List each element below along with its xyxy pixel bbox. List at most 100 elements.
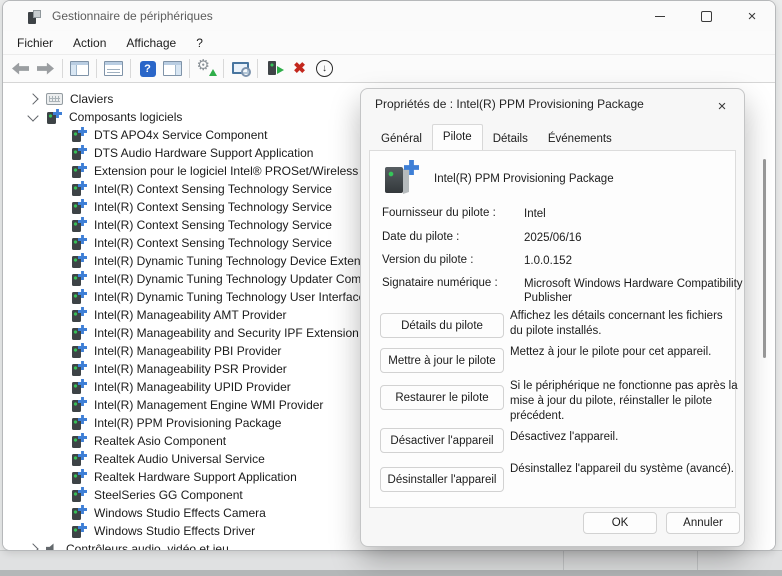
background-window-strip <box>0 550 782 571</box>
window-maximize-button[interactable] <box>683 1 729 31</box>
component-icon <box>71 487 87 503</box>
component-icon <box>71 307 87 323</box>
component-icon <box>71 127 87 143</box>
driver-field-row: Signataire numérique :Microsoft Windows … <box>382 277 727 289</box>
component-icon <box>71 469 87 485</box>
device-driver-icon[interactable] <box>262 57 287 81</box>
tree-item-label: Intel(R) Management Engine WMI Provider <box>94 398 323 412</box>
component-icon <box>71 451 87 467</box>
title-bar: Gestionnaire de périphériques × <box>3 1 775 31</box>
component-icon <box>71 145 87 161</box>
background-bottom-strip <box>0 570 782 576</box>
tree-item-label: Windows Studio Effects Camera <box>94 506 266 520</box>
driver-field-row: Fournisseur du pilote :Intel <box>382 207 727 219</box>
maximize-icon <box>701 11 712 22</box>
driver-field-row: Version du pilote :1.0.0.152 <box>382 254 727 266</box>
field-value: 2025/06/16 <box>524 231 750 245</box>
tree-item-label: Composants logiciels <box>69 110 182 124</box>
disable-device-icon[interactable]: ↓ <box>312 57 337 81</box>
tree-item-label: Intel(R) Manageability and Security IPF … <box>94 326 377 340</box>
component-icon <box>71 325 87 341</box>
tab-evenements[interactable]: Événements <box>538 129 622 150</box>
restaurer-le-pilote-button[interactable]: Restaurer le pilote <box>380 385 504 410</box>
chevron-down-icon[interactable] <box>27 110 38 121</box>
tree-item-label: Intel(R) Dynamic Tuning Technology Devic… <box>94 254 376 268</box>
tree-item-label: Intel(R) Dynamic Tuning Technology Updat… <box>94 272 375 286</box>
toolbar-separator <box>96 59 97 78</box>
scan-hardware-changes-icon[interactable] <box>228 57 253 81</box>
tab-details[interactable]: Détails <box>483 129 538 150</box>
component-icon <box>71 253 87 269</box>
tree-item-label: Contrôleurs audio, vidéo et jeu <box>66 542 229 550</box>
help-icon[interactable]: ? <box>135 57 160 81</box>
component-icon <box>71 361 87 377</box>
chevron-right-icon[interactable] <box>27 93 38 104</box>
tree-item-label: Intel(R) Context Sensing Technology Serv… <box>94 236 332 250</box>
desinstaller-l-appareil-button[interactable]: Désinstaller l'appareil <box>380 467 504 492</box>
component-icon <box>71 343 87 359</box>
action-pane-icon[interactable] <box>160 57 185 81</box>
component-icon <box>71 523 87 539</box>
vertical-scrollbar[interactable] <box>763 159 766 358</box>
window-close-button[interactable]: × <box>729 1 775 31</box>
tree-item-label: Intel(R) Context Sensing Technology Serv… <box>94 200 332 214</box>
tab-general[interactable]: Général <box>371 129 432 150</box>
component-icon <box>71 217 87 233</box>
tree-item-label: Realtek Hardware Support Application <box>94 470 297 484</box>
menu-fichier[interactable]: Fichier <box>7 36 63 50</box>
window-minimize-button[interactable] <box>637 1 683 31</box>
field-label: Version du pilote : <box>382 254 510 266</box>
minimize-icon <box>655 16 665 17</box>
tree-item-label: Intel(R) Dynamic Tuning Technology User … <box>94 290 377 304</box>
driver-field-row: Date du pilote :2025/06/16 <box>382 231 727 243</box>
component-icon <box>71 181 87 197</box>
toolbar-separator <box>257 59 258 78</box>
field-value: 1.0.0.152 <box>524 254 750 268</box>
component-icon <box>71 397 87 413</box>
menu-help[interactable]: ? <box>186 36 213 50</box>
driver-tab-page: Intel(R) PPM Provisioning Package Fourni… <box>369 150 736 508</box>
close-icon: × <box>748 9 757 24</box>
mettre-a-jour-le-pilote-button[interactable]: Mettre à jour le pilote <box>380 348 504 373</box>
show-console-tree-icon[interactable] <box>67 57 92 81</box>
details-du-pilote-button[interactable]: Détails du pilote <box>380 313 504 338</box>
component-icon <box>71 163 87 179</box>
tree-item-label: Claviers <box>70 92 113 106</box>
forward-icon[interactable] <box>33 57 58 81</box>
tab-pilote[interactable]: Pilote <box>432 124 483 150</box>
component-icon <box>71 433 87 449</box>
tree-item-label: Intel(R) Manageability AMT Provider <box>94 308 287 322</box>
chevron-right-icon[interactable] <box>27 543 38 550</box>
component-icon <box>46 109 62 125</box>
tree-item-label: Intel(R) PPM Provisioning Package <box>94 416 281 430</box>
cancel-button[interactable]: Annuler <box>666 512 740 534</box>
properties-icon[interactable] <box>101 57 126 81</box>
tree-item-label: SteelSeries GG Component <box>94 488 243 502</box>
action-description: Désinstallez l'appareil du système (avan… <box>510 462 738 477</box>
field-value: Microsoft Windows Hardware Compatibility… <box>524 277 750 305</box>
field-label: Fournisseur du pilote : <box>382 207 510 219</box>
component-icon <box>71 505 87 521</box>
toolbar-separator <box>189 59 190 78</box>
tree-item-label: Realtek Audio Universal Service <box>94 452 265 466</box>
component-icon <box>71 415 87 431</box>
menu-action[interactable]: Action <box>63 36 116 50</box>
tree-item-label: Realtek Asio Component <box>94 434 226 448</box>
component-icon <box>71 235 87 251</box>
window-title: Gestionnaire de périphériques <box>52 9 213 23</box>
component-icon <box>71 271 87 287</box>
ok-button[interactable]: OK <box>583 512 657 534</box>
menu-bar: FichierActionAffichage? <box>3 31 775 55</box>
software-component-device-icon <box>382 160 420 195</box>
action-description: Affichez les détails concernant les fich… <box>510 309 738 339</box>
action-description: Si le périphérique ne fonctionne pas apr… <box>510 379 738 424</box>
update-driver-icon[interactable] <box>194 57 219 81</box>
desactiver-l-appareil-button[interactable]: Désactiver l'appareil <box>380 428 504 453</box>
component-icon <box>71 199 87 215</box>
dialog-close-button[interactable]: × <box>707 94 737 118</box>
menu-affichage[interactable]: Affichage <box>116 36 186 50</box>
tree-item-label: Intel(R) Manageability PBI Provider <box>94 344 281 358</box>
back-icon[interactable] <box>8 57 33 81</box>
uninstall-device-icon[interactable]: ✖ <box>287 57 312 81</box>
strip-divider <box>563 551 564 571</box>
